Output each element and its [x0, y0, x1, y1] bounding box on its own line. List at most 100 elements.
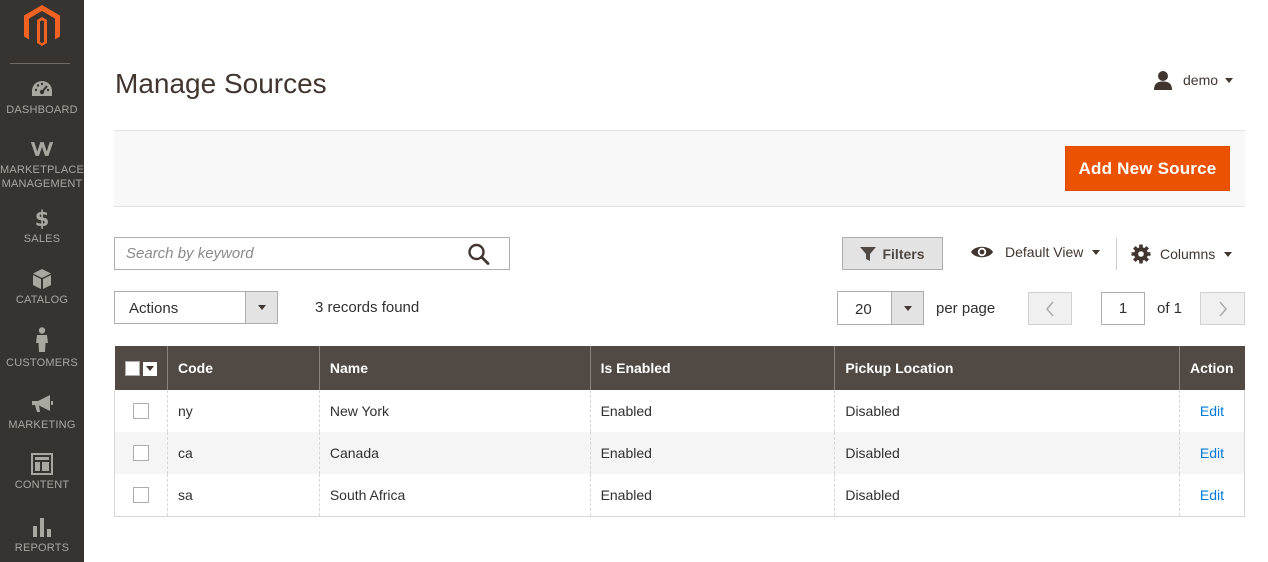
next-page-button[interactable]: [1200, 292, 1245, 325]
per-page-toggle[interactable]: [891, 292, 923, 324]
dollar-icon: $: [30, 207, 54, 229]
magento-logo[interactable]: [0, 0, 84, 64]
cell-name: Canada: [318, 432, 591, 474]
edit-link[interactable]: Edit: [1200, 487, 1224, 503]
filters-label: Filters: [882, 245, 925, 262]
chevron-down-icon: [903, 305, 912, 311]
row-checkbox[interactable]: [133, 445, 149, 461]
sidebar-item-label: CONTENT: [14, 479, 70, 491]
sidebar-item-label-line1: MARKETPLACE: [0, 164, 85, 176]
sidebar-item-label-line2: MANAGEMENT: [1, 178, 83, 190]
table-row: ny New York Enabled Disabled Edit: [114, 390, 1246, 432]
filters-button[interactable]: Filters: [842, 237, 943, 270]
eye-icon: [971, 246, 993, 258]
cell-code: ca: [166, 432, 320, 474]
cell-is-enabled: Enabled: [589, 390, 835, 432]
cell-pickup-location: Disabled: [834, 390, 1180, 432]
sidebar-item-reports[interactable]: REPORTS: [0, 516, 84, 555]
sidebar-item-label: DASHBOARD: [6, 104, 78, 116]
page-title: Manage Sources: [115, 68, 327, 99]
dashboard-icon: [30, 78, 54, 100]
page-actions-bar: Add New Source: [114, 130, 1245, 207]
columns-label: Columns: [1160, 246, 1216, 262]
mass-select-control[interactable]: [124, 361, 157, 377]
sidebar-item-sales[interactable]: $ SALES: [0, 207, 84, 246]
sidebar-item-catalog[interactable]: CATALOG: [0, 268, 84, 307]
view-label: Default View: [1005, 244, 1084, 260]
column-header-is-enabled[interactable]: Is Enabled: [589, 346, 835, 390]
keyword-search: [114, 237, 510, 270]
cell-code: sa: [166, 474, 320, 517]
grid-header-row: Code Name Is Enabled Pickup Location Act…: [114, 346, 1245, 390]
chevron-down-icon: [1092, 249, 1101, 255]
chevron-right-icon: [1218, 300, 1227, 317]
actions-toggle[interactable]: [245, 292, 277, 323]
per-page-label: per page: [936, 300, 996, 317]
cell-pickup-location: Disabled: [834, 474, 1180, 517]
sidebar-item-label: REPORTS: [14, 542, 70, 554]
layout-icon: [30, 453, 54, 475]
column-header-action: Action: [1178, 346, 1245, 390]
sidebar-item-marketplace[interactable]: MARKETPLACE MANAGEMENT: [0, 138, 84, 191]
sidebar-item-customers[interactable]: CUSTOMERS: [0, 327, 84, 370]
column-header-pickup-location[interactable]: Pickup Location: [834, 346, 1180, 390]
sidebar-item-content[interactable]: CONTENT: [0, 453, 84, 492]
edit-link[interactable]: Edit: [1200, 445, 1224, 461]
sidebar-item-label: CATALOG: [15, 294, 69, 306]
table-row: sa South Africa Enabled Disabled Edit: [114, 474, 1246, 517]
sidebar-item-label: CUSTOMERS: [6, 357, 78, 369]
edit-link[interactable]: Edit: [1200, 403, 1224, 419]
mass-actions-dropdown[interactable]: Actions: [114, 291, 278, 324]
per-page-select[interactable]: 20: [837, 291, 924, 325]
sidebar-item-dashboard[interactable]: DASHBOARD: [0, 78, 84, 117]
magento-logo-icon: [24, 5, 60, 46]
bar-chart-icon: [30, 516, 54, 538]
chevron-down-icon: [1225, 77, 1234, 83]
sources-grid: Code Name Is Enabled Pickup Location Act…: [114, 346, 1246, 517]
cell-pickup-location: Disabled: [834, 432, 1180, 474]
actions-label: Actions: [129, 300, 179, 317]
sidebar-item-label: MARKETING: [8, 419, 76, 431]
sidebar-item-marketing[interactable]: MARKETING: [0, 393, 84, 432]
sidebar-divider: [10, 63, 70, 64]
user-icon: [1154, 71, 1172, 90]
column-header-code[interactable]: Code: [166, 346, 320, 390]
mass-select-toggle[interactable]: [142, 361, 157, 376]
sidebar-item-label: SALES: [23, 233, 61, 245]
records-found-count: 3 records found: [315, 299, 420, 316]
cell-name: New York: [318, 390, 591, 432]
page-total: of 1: [1157, 300, 1183, 317]
mass-select-header: [114, 346, 168, 390]
select-all-checkbox[interactable]: [124, 361, 140, 377]
funnel-icon: [860, 246, 877, 261]
search-input[interactable]: [115, 238, 455, 269]
cell-name: South Africa: [318, 474, 591, 517]
chevron-down-icon: [145, 366, 154, 372]
row-checkbox[interactable]: [133, 403, 149, 419]
svg-text:$: $: [35, 207, 50, 229]
chevron-down-icon: [257, 305, 266, 310]
previous-page-button[interactable]: [1028, 292, 1072, 325]
cell-is-enabled: Enabled: [589, 474, 835, 517]
cell-code: ny: [166, 390, 320, 432]
chevron-left-icon: [1045, 300, 1054, 317]
search-icon[interactable]: [467, 243, 491, 265]
view-switcher[interactable]: Default View: [970, 244, 1101, 260]
toolbar-divider: [1116, 238, 1117, 270]
table-row: ca Canada Enabled Disabled Edit: [114, 432, 1246, 474]
row-checkbox[interactable]: [133, 486, 149, 503]
chevron-down-icon: [1224, 251, 1233, 257]
per-page-value: 20: [855, 301, 872, 318]
box-icon: [30, 268, 54, 290]
marketplace-icon: [30, 138, 54, 160]
megaphone-icon: [30, 393, 54, 415]
column-header-name[interactable]: Name: [318, 346, 591, 390]
current-page-input[interactable]: 1: [1101, 292, 1145, 325]
person-icon: [30, 327, 54, 353]
user-account-menu[interactable]: demo: [1153, 70, 1234, 90]
admin-sidebar: DASHBOARD MARKETPLACE MANAGEMENT $ SALES…: [0, 0, 84, 562]
cell-is-enabled: Enabled: [589, 432, 835, 474]
add-new-source-button[interactable]: Add New Source: [1065, 146, 1230, 191]
gear-icon: [1131, 244, 1151, 264]
columns-control[interactable]: Columns: [1131, 244, 1233, 264]
